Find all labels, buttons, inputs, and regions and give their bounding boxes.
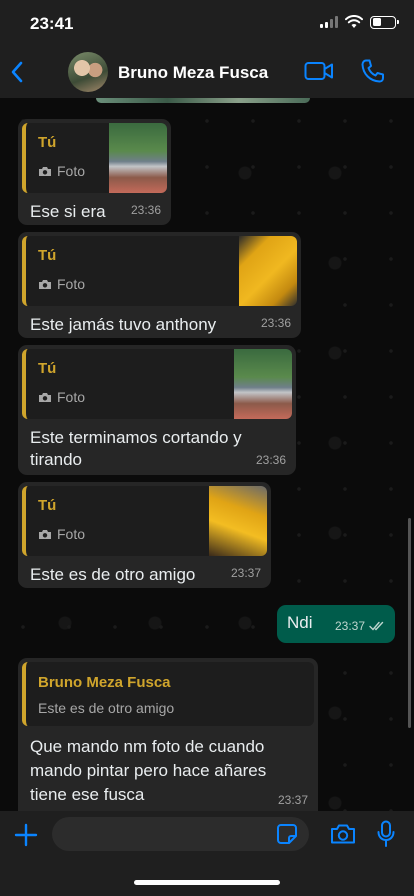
message-text: Ndi [287,613,313,632]
photo-thumbnail[interactable] [234,349,292,419]
quoted-message[interactable]: Tú Foto [22,349,292,419]
wifi-icon [345,15,363,28]
message-time: 23:37 [277,793,308,807]
quoted-message[interactable]: Tú Foto [22,123,167,193]
quote-author: Tú [38,134,57,151]
message-text: Este terminamos cortando y tirando [30,428,242,469]
message-text: Que mando nm foto de cuando mando pintar… [30,737,267,804]
message-bubble[interactable]: Tú Foto Este terminamos cortando y tiran… [18,345,296,475]
signal-icon [320,16,338,28]
quoted-message[interactable]: Tú Foto [22,236,297,306]
message-time: 23:37 [334,619,365,633]
message-time: 23:36 [255,453,286,467]
quote-author: Tú [38,247,57,264]
photo-thumbnail[interactable] [109,123,167,193]
input-bar [0,811,414,896]
mic-icon[interactable] [376,820,396,848]
camera-icon [39,166,51,176]
photo-thumbnail[interactable] [209,486,267,556]
message-input[interactable] [52,817,309,851]
battery-icon [370,15,399,29]
message-bubble[interactable]: Tú Foto Este es de otro amigo 23:37 [18,482,271,588]
message-meta: 23:37 [335,619,385,633]
quote-type-label: Foto [57,389,86,405]
camera-icon [39,529,51,539]
partial-photo-bubble [96,98,310,103]
status-bar: 23:41 [0,0,414,46]
quoted-message[interactable]: Tú Foto [22,486,267,556]
sticker-icon[interactable] [276,823,298,845]
status-icons [320,15,399,29]
quoted-message[interactable]: Bruno Meza Fusca Este es de otro amigo [22,662,314,726]
contact-name[interactable]: Bruno Meza Fusca [118,63,268,83]
message-bubble[interactable]: Bruno Meza Fusca Este es de otro amigo Q… [18,658,318,811]
quote-author: Bruno Meza Fusca [38,674,171,691]
quote-type: Foto [38,389,85,405]
outgoing-message-bubble[interactable]: Ndi 23:37 [277,605,395,643]
quote-type: Foto [38,526,85,542]
quote-type: Foto [38,276,85,292]
plus-icon[interactable] [14,823,38,847]
quote-type-label: Foto [57,163,86,179]
camera-icon[interactable] [330,823,356,845]
message-time: 23:36 [130,203,161,217]
home-indicator[interactable] [134,880,280,885]
message-text: Este jamás tuvo anthony [30,315,217,334]
camera-icon [39,279,51,289]
quote-author: Tú [38,497,57,514]
chat-area[interactable]: Tú Foto Ese si era 23:36 Tú Foto Este ja… [0,98,414,811]
quote-type-label: Foto [57,526,86,542]
avatar[interactable] [68,52,108,92]
quote-type-label: Foto [57,276,86,292]
message-bubble[interactable]: Tú Foto Este jamás tuvo anthony 23:36 [18,232,301,338]
video-call-icon[interactable] [304,60,334,82]
photo-thumbnail[interactable] [239,236,297,306]
message-time: 23:37 [230,566,261,580]
quote-text: Este es de otro amigo [38,700,175,716]
double-check-icon [369,621,384,631]
quote-type: Foto [38,163,85,179]
scrollbar[interactable] [408,518,411,728]
status-time: 23:41 [30,14,74,33]
back-icon[interactable] [8,60,28,84]
message-bubble[interactable]: Tú Foto Ese si era 23:36 [18,119,171,225]
camera-icon [39,392,51,402]
quote-author: Tú [38,360,57,377]
phone-icon[interactable] [360,58,384,84]
message-time: 23:36 [260,316,291,330]
chat-header: Bruno Meza Fusca [0,46,414,98]
